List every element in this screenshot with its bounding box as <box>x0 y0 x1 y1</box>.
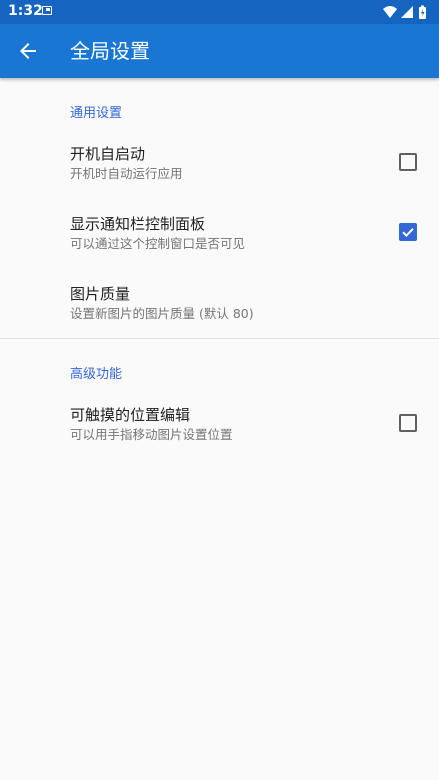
touch-position-edit-checkbox[interactable] <box>399 414 417 432</box>
notification-panel-checkbox[interactable] <box>399 223 417 241</box>
page-title: 全局设置 <box>70 39 150 63</box>
status-bar: 1:32 <box>0 0 439 24</box>
pref-summary: 可以用手指移动图片设置位置 <box>70 427 233 442</box>
notification-icon <box>42 6 52 15</box>
pref-title: 开机自启动 <box>70 145 146 163</box>
pref-notification-panel[interactable]: 显示通知栏控制面板 可以通过这个控制窗口是否可见 <box>0 198 439 268</box>
settings-list: 通用设置 开机自启动 开机时自动运行应用 显示通知栏控制面板 可以通过这个控制窗… <box>0 78 439 459</box>
wifi-icon <box>383 6 397 18</box>
pref-auto-start[interactable]: 开机自启动 开机时自动运行应用 <box>0 128 439 198</box>
check-icon <box>402 228 414 238</box>
system-icons <box>381 4 431 20</box>
pref-summary: 可以通过这个控制窗口是否可见 <box>70 236 246 251</box>
pref-touch-position-edit[interactable]: 可触摸的位置编辑 可以用手指移动图片设置位置 <box>0 389 439 459</box>
pref-summary: 开机时自动运行应用 <box>70 166 183 181</box>
pref-title: 可触摸的位置编辑 <box>70 406 191 424</box>
section-header-advanced: 高级功能 <box>0 339 439 389</box>
signal-icon <box>401 6 413 18</box>
pref-image-quality[interactable]: 图片质量 设置新图片的图片质量 (默认 80) <box>0 268 439 338</box>
pref-summary: 设置新图片的图片质量 (默认 80) <box>70 306 254 321</box>
section-header-general: 通用设置 <box>0 78 439 128</box>
pref-title: 图片质量 <box>70 285 131 303</box>
status-time: 1:32 <box>8 3 43 19</box>
section-header-label: 高级功能 <box>70 367 123 382</box>
battery-icon <box>419 5 426 19</box>
back-button[interactable] <box>14 37 42 65</box>
app-bar: 全局设置 <box>0 24 439 78</box>
pref-title: 显示通知栏控制面板 <box>70 215 206 233</box>
auto-start-checkbox[interactable] <box>399 153 417 171</box>
arrow-back-icon <box>20 43 36 59</box>
section-header-label: 通用设置 <box>70 106 123 121</box>
